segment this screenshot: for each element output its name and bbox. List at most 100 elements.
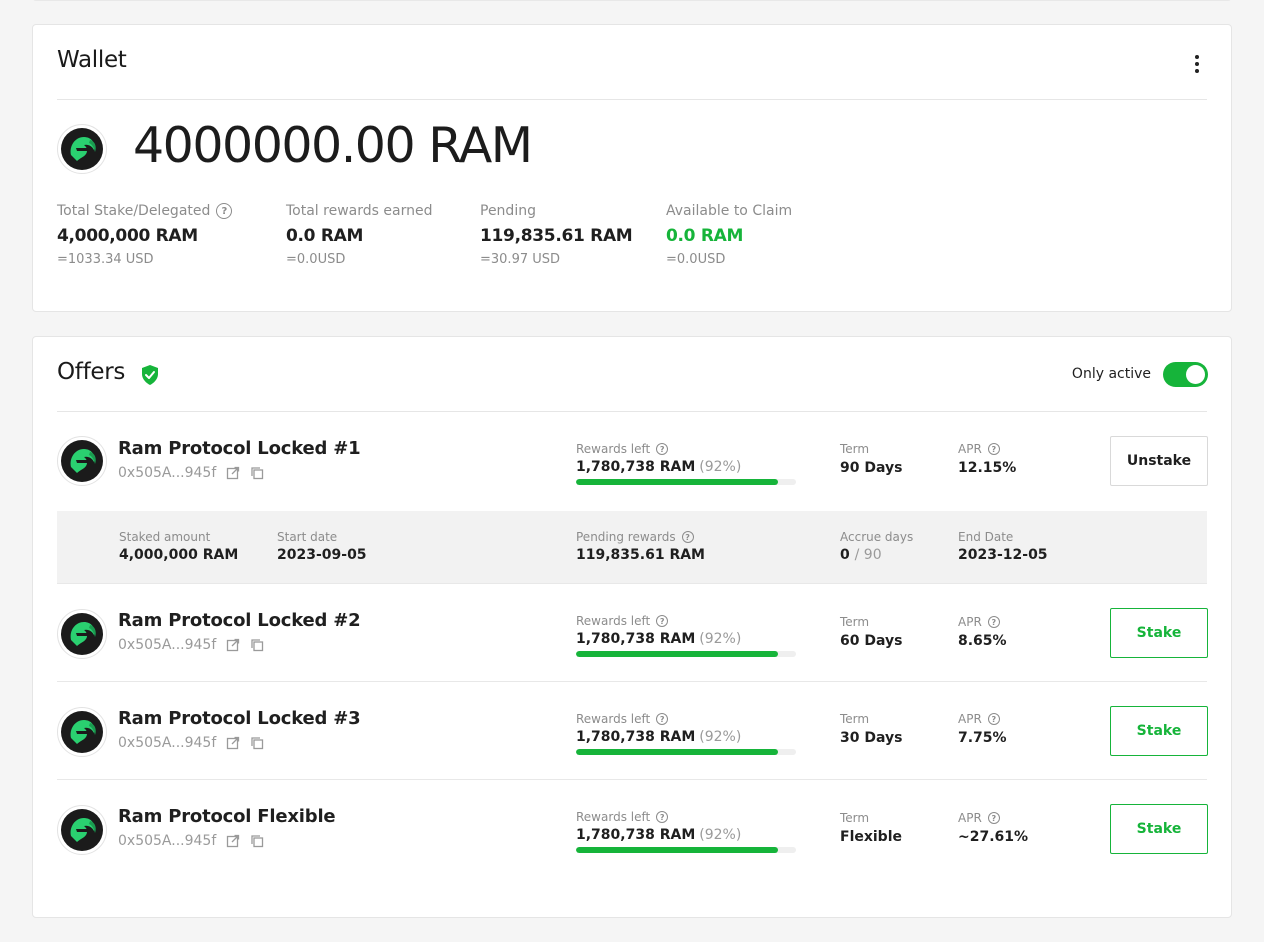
apr-column: APR? 12.15% bbox=[958, 442, 1016, 476]
stat-value: 4,000,000 RAM bbox=[57, 226, 198, 246]
stat-label: Available to Claim bbox=[666, 203, 793, 219]
start-date-label: Start date bbox=[277, 530, 338, 544]
rewards-percent: (92%) bbox=[699, 827, 742, 843]
only-active-label: Only active bbox=[1071, 366, 1151, 382]
stat-label: Total rewards earned bbox=[286, 203, 433, 219]
stake-button[interactable]: Stake bbox=[1110, 608, 1208, 658]
stake-button[interactable]: Stake bbox=[1110, 804, 1208, 854]
term-value: 30 Days bbox=[840, 730, 903, 746]
stat-value: 0.0 RAM bbox=[666, 226, 744, 246]
help-icon[interactable]: ? bbox=[681, 531, 694, 543]
offer-address: 0x505A...945f bbox=[118, 637, 217, 653]
help-icon[interactable]: ? bbox=[987, 812, 1000, 824]
rewards-left: Rewards left? 1,780,738 RAM (92%) bbox=[576, 810, 796, 853]
offer-logo-icon bbox=[57, 805, 107, 855]
staked-amount-label: Staked amount bbox=[119, 530, 211, 544]
verified-shield-icon bbox=[142, 365, 158, 385]
ram-token-logo-icon bbox=[57, 124, 107, 174]
apr-value: 12.15% bbox=[958, 460, 1017, 476]
more-options-icon[interactable] bbox=[1193, 53, 1201, 75]
copy-icon[interactable] bbox=[250, 638, 264, 652]
offer-address-row: 0x505A...945f bbox=[118, 465, 264, 481]
term-column: Term 60 Days bbox=[840, 615, 902, 649]
stat-label: Total Stake/Delegated bbox=[57, 203, 211, 219]
stat-usd: =1033.34 USD bbox=[57, 252, 154, 267]
apr-label: APR bbox=[958, 811, 982, 825]
help-icon[interactable]: ? bbox=[656, 713, 669, 725]
pending-rewards-label: Pending rewards bbox=[576, 530, 676, 544]
start-date-value: 2023-09-05 bbox=[277, 547, 367, 563]
apr-label: APR bbox=[958, 615, 982, 629]
rewards-progress-bar bbox=[576, 749, 796, 755]
external-link-icon[interactable] bbox=[226, 638, 240, 652]
apr-column: APR? 7.75% bbox=[958, 712, 1007, 746]
offer-address-row: 0x505A...945f bbox=[118, 637, 264, 653]
help-icon[interactable]: ? bbox=[656, 443, 669, 455]
only-active-toggle[interactable] bbox=[1163, 362, 1208, 387]
unstake-button[interactable]: Unstake bbox=[1110, 436, 1208, 486]
end-date-label: End Date bbox=[958, 530, 1014, 544]
help-icon[interactable]: ? bbox=[656, 811, 669, 823]
help-icon[interactable]: ? bbox=[656, 615, 669, 627]
rewards-amount: 1,780,738 RAM bbox=[576, 631, 696, 647]
external-link-icon[interactable] bbox=[226, 466, 240, 480]
rewards-left: Rewards left? 1,780,738 RAM (92%) bbox=[576, 442, 796, 485]
rewards-progress-bar bbox=[576, 847, 796, 853]
rewards-label: Rewards left bbox=[576, 442, 651, 456]
offer-address: 0x505A...945f bbox=[118, 735, 217, 751]
row-divider bbox=[57, 779, 1207, 780]
stat-usd: =30.97 USD bbox=[480, 252, 561, 267]
term-value: Flexible bbox=[840, 829, 903, 845]
offer-logo-icon bbox=[57, 707, 107, 757]
offer-name: Ram Protocol Locked #1 bbox=[118, 438, 361, 459]
external-link-icon[interactable] bbox=[226, 834, 240, 848]
offers-title: Offers bbox=[57, 359, 126, 385]
wallet-balance: 4000000.00 RAM bbox=[133, 117, 533, 174]
offers-card: Offers Only active Ram Protocol Locked #… bbox=[32, 336, 1232, 918]
offer-address: 0x505A...945f bbox=[118, 833, 217, 849]
pending-rewards-value: 119,835.61 RAM bbox=[576, 547, 705, 563]
rewards-progress-fill bbox=[576, 749, 779, 755]
wallet-title: Wallet bbox=[57, 47, 127, 73]
offer-address-row: 0x505A...945f bbox=[118, 833, 264, 849]
rewards-progress-bar bbox=[576, 651, 796, 657]
row-divider bbox=[57, 583, 1207, 584]
external-link-icon[interactable] bbox=[226, 736, 240, 750]
rewards-amount: 1,780,738 RAM bbox=[576, 459, 696, 475]
help-icon[interactable]: ? bbox=[987, 713, 1000, 725]
term-value: 90 Days bbox=[840, 460, 903, 476]
staked-amount: Staked amount 4,000,000 RAM bbox=[119, 530, 238, 563]
stat-pending: Pending 119,835.61 RAM =30.97 USD bbox=[480, 202, 633, 267]
apr-column: APR? ~27.61% bbox=[958, 811, 1028, 845]
apr-value: ~27.61% bbox=[958, 829, 1029, 845]
stake-button[interactable]: Stake bbox=[1110, 706, 1208, 756]
stat-total-stake: Total Stake/Delegated? 4,000,000 RAM =10… bbox=[57, 202, 233, 267]
rewards-amount: 1,780,738 RAM bbox=[576, 827, 696, 843]
help-icon[interactable]: ? bbox=[216, 203, 233, 219]
accrue-days: Accrue days 0 / 90 bbox=[840, 530, 913, 563]
accrue-days-label: Accrue days bbox=[840, 530, 914, 544]
rewards-percent: (92%) bbox=[699, 729, 742, 745]
staked-amount-value: 4,000,000 RAM bbox=[119, 547, 239, 563]
previous-card-edge bbox=[32, 0, 1232, 1]
pending-rewards: Pending rewards? 119,835.61 RAM bbox=[576, 530, 705, 563]
term-column: Term 30 Days bbox=[840, 712, 902, 746]
copy-icon[interactable] bbox=[250, 736, 264, 750]
term-label: Term bbox=[840, 811, 870, 825]
term-label: Term bbox=[840, 442, 870, 456]
help-icon[interactable]: ? bbox=[987, 443, 1000, 455]
offer-logo-icon bbox=[57, 609, 107, 659]
help-icon[interactable]: ? bbox=[987, 616, 1000, 628]
copy-icon[interactable] bbox=[250, 834, 264, 848]
toggle-knob bbox=[1186, 365, 1205, 384]
row-divider bbox=[57, 681, 1207, 682]
apr-value: 7.75% bbox=[958, 730, 1007, 746]
term-label: Term bbox=[840, 615, 870, 629]
rewards-amount: 1,780,738 RAM bbox=[576, 729, 696, 745]
accrue-days-total: / 90 bbox=[854, 547, 882, 563]
accrue-days-current: 0 bbox=[840, 547, 850, 563]
stake-details-panel: Staked amount 4,000,000 RAM Start date 2… bbox=[57, 511, 1207, 583]
copy-icon[interactable] bbox=[250, 466, 264, 480]
offer-name: Ram Protocol Flexible bbox=[118, 806, 336, 827]
term-label: Term bbox=[840, 712, 870, 726]
